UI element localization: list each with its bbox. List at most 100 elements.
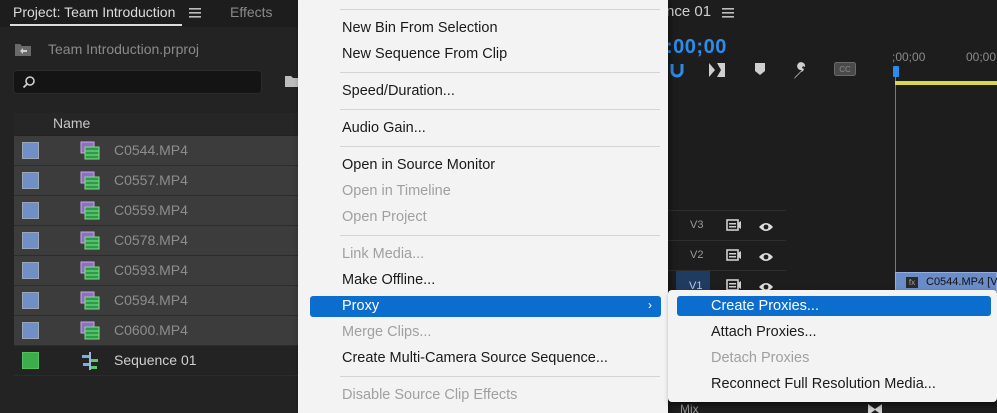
menu-separator [340, 376, 660, 377]
new-bin-icon[interactable] [285, 73, 298, 94]
video-clip-icon [80, 231, 100, 256]
submenu-item-detach-proxies: Detach Proxies [711, 350, 810, 366]
tab-effects[interactable]: Effects [230, 4, 273, 20]
menu-item-speed-duration[interactable]: Speed/Duration... [342, 83, 455, 99]
track-v3[interactable]: V3 [666, 210, 786, 240]
fx-badge[interactable]: fx [906, 277, 918, 288]
sequence-icon [80, 351, 100, 376]
eye-icon[interactable] [758, 220, 774, 238]
menu-item-new-sequence-from-clip[interactable]: New Sequence From Clip [342, 46, 507, 62]
menu-item-proxy[interactable]: Proxy [342, 298, 379, 314]
submenu-item-attach-proxies[interactable]: Attach Proxies... [711, 324, 817, 340]
menu-item-new-bin-from-selection[interactable]: New Bin From Selection [342, 20, 498, 36]
list-item[interactable]: C0544.MP4 [14, 136, 298, 166]
context-menu: New Bin From Selection New Sequence From… [298, 0, 668, 413]
track-name: V3 [690, 219, 704, 231]
project-panel: Project: Team Introduction Effects Team … [0, 0, 298, 413]
item-name: Sequence 01 [114, 352, 197, 368]
wrench-icon[interactable] [792, 62, 810, 85]
menu-item-make-offline[interactable]: Make Offline... [342, 272, 435, 288]
project-file-path: Team Introduction.prproj [14, 40, 199, 58]
item-name: C0557.MP4 [114, 172, 188, 188]
eye-icon[interactable] [758, 250, 774, 268]
video-clip-icon [80, 321, 100, 346]
list-item[interactable]: C0578.MP4 [14, 226, 298, 256]
label-color-swatch[interactable] [22, 352, 39, 369]
project-tab-bar: Project: Team Introduction Effects [0, 0, 298, 27]
list-item[interactable]: Sequence 01 [14, 346, 298, 376]
panel-menu-icon[interactable] [189, 6, 201, 24]
project-search-input[interactable] [13, 70, 262, 94]
list-item[interactable]: C0593.MP4 [14, 256, 298, 286]
item-name: C0578.MP4 [114, 232, 188, 248]
list-item[interactable]: C0559.MP4 [14, 196, 298, 226]
menu-item-link-media: Link Media... [342, 246, 425, 262]
label-color-swatch[interactable] [22, 322, 39, 339]
menu-separator [340, 146, 660, 147]
bowtie-icon[interactable] [868, 402, 882, 413]
label-color-swatch[interactable] [22, 292, 39, 309]
menu-separator [340, 9, 660, 10]
item-name: C0600.MP4 [114, 322, 188, 338]
submenu-arrow-icon: › [648, 298, 652, 312]
video-clip-icon [80, 261, 100, 286]
list-item[interactable]: C0594.MP4 [14, 286, 298, 316]
playhead-handle[interactable] [893, 66, 899, 77]
panel-menu-icon[interactable] [722, 6, 734, 24]
clip-label: C0544.MP4 [V [926, 276, 997, 288]
label-color-swatch[interactable] [22, 232, 39, 249]
menu-separator [340, 235, 660, 236]
video-clip-icon [80, 201, 100, 226]
search-icon [22, 76, 35, 89]
menu-item-open-in-timeline: Open in Timeline [342, 183, 451, 199]
item-name: C0544.MP4 [114, 142, 188, 158]
label-color-swatch[interactable] [22, 172, 39, 189]
menu-item-open-project: Open Project [342, 209, 427, 225]
item-name: C0594.MP4 [114, 292, 188, 308]
menu-item-create-multi-camera-source-sequence[interactable]: Create Multi-Camera Source Sequence... [342, 350, 608, 366]
list-item[interactable]: C0600.MP4 [14, 316, 298, 346]
mix-label: Mix [680, 402, 699, 413]
track-name: V2 [690, 249, 704, 261]
video-clip-icon [80, 291, 100, 316]
playhead-line [895, 77, 896, 277]
item-name: C0559.MP4 [114, 202, 188, 218]
menu-item-open-in-source-monitor[interactable]: Open in Source Monitor [342, 157, 495, 173]
work-area-bar[interactable] [895, 81, 997, 85]
captions-icon[interactable]: CC [834, 62, 856, 81]
menu-item-disable-source-clip-effects: Disable Source Clip Effects [342, 387, 518, 403]
item-name: C0593.MP4 [114, 262, 188, 278]
submenu-item-reconnect-full-resolution-media[interactable]: Reconnect Full Resolution Media... [711, 376, 936, 392]
playhead-timecode[interactable]: :00;00 [666, 36, 727, 59]
tab-sequence[interactable]: nce 01 [666, 3, 711, 20]
video-clip-icon [80, 171, 100, 196]
menu-separator [340, 109, 660, 110]
ruler-timecode-start: ;00;00 [892, 50, 926, 64]
linked-selection-icon[interactable] [708, 62, 726, 83]
project-file-icon [15, 44, 31, 56]
label-color-swatch[interactable] [22, 262, 39, 279]
active-tab-underline [10, 24, 182, 26]
label-color-swatch[interactable] [22, 142, 39, 159]
menu-item-merge-clips: Merge Clips... [342, 324, 432, 340]
label-color-swatch[interactable] [22, 202, 39, 219]
list-item[interactable]: C0557.MP4 [14, 166, 298, 196]
proxy-submenu: Create Proxies... Attach Proxies... Deta… [668, 290, 997, 402]
project-file-name: Team Introduction.prproj [48, 41, 199, 57]
ruler-timecode-next: 00;00 [966, 50, 997, 64]
column-name-label: Name [53, 115, 91, 131]
snap-icon[interactable] [670, 62, 684, 83]
menu-item-audio-gain[interactable]: Audio Gain... [342, 120, 426, 136]
track-v2[interactable]: V2 [666, 240, 786, 270]
timeline-clip[interactable]: fx C0544.MP4 [V [895, 272, 997, 292]
sync-lock-icon[interactable] [726, 248, 742, 267]
svg-text:CC: CC [839, 65, 851, 74]
menu-separator [340, 72, 660, 73]
sync-lock-icon[interactable] [726, 218, 742, 237]
submenu-item-create-proxies[interactable]: Create Proxies... [711, 298, 819, 314]
tab-project[interactable]: Project: Team Introduction [13, 4, 175, 20]
project-items-list: C0544.MP4 C0557.MP4 C0559.MP4 C0578.MP4 … [14, 136, 298, 376]
add-marker-icon[interactable] [754, 62, 766, 81]
column-header[interactable]: Name [14, 113, 298, 135]
video-clip-icon [80, 141, 100, 166]
